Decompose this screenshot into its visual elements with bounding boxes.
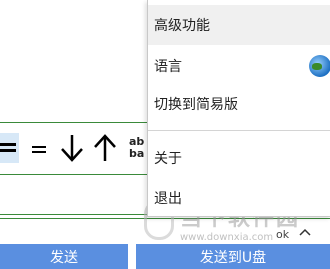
menu-item-about[interactable]: 关于	[148, 138, 330, 178]
send-to-usb-button[interactable]: 发送到U盘	[136, 244, 330, 269]
align-justify-button[interactable]	[0, 133, 19, 163]
align-center-button[interactable]	[27, 133, 52, 163]
swap-text-icon: ab ba	[129, 136, 144, 160]
status-area: ok	[276, 228, 311, 241]
watermark-url: www.downxia.com	[180, 232, 274, 243]
send-button[interactable]: 发送	[0, 244, 128, 269]
menu-item-language[interactable]: 语言	[148, 46, 330, 86]
globe-icon	[309, 55, 330, 77]
context-menu: 高级功能 语言 切换到简易版 关于 退出	[147, 0, 330, 217]
divider-line	[0, 218, 330, 219]
bottom-bar: 发送 发送到U盘	[0, 244, 330, 269]
status-text: ok	[276, 228, 290, 241]
caret-up-icon[interactable]	[299, 228, 311, 236]
menu-item-advanced[interactable]: 高级功能	[148, 5, 330, 45]
arrow-down-icon	[61, 135, 84, 162]
arrow-up-icon	[93, 134, 116, 161]
format-toolbar: ab ba	[0, 124, 150, 172]
move-up-button[interactable]	[92, 133, 117, 163]
swap-text-bottom: ba	[128, 147, 145, 160]
menu-separator	[148, 130, 330, 131]
menu-item-exit[interactable]: 退出	[148, 178, 330, 218]
align-justify-icon	[0, 143, 17, 152]
menu-item-switch-simple[interactable]: 切换到简易版	[148, 84, 330, 124]
move-down-button[interactable]	[60, 133, 85, 163]
align-center-icon	[32, 146, 47, 153]
